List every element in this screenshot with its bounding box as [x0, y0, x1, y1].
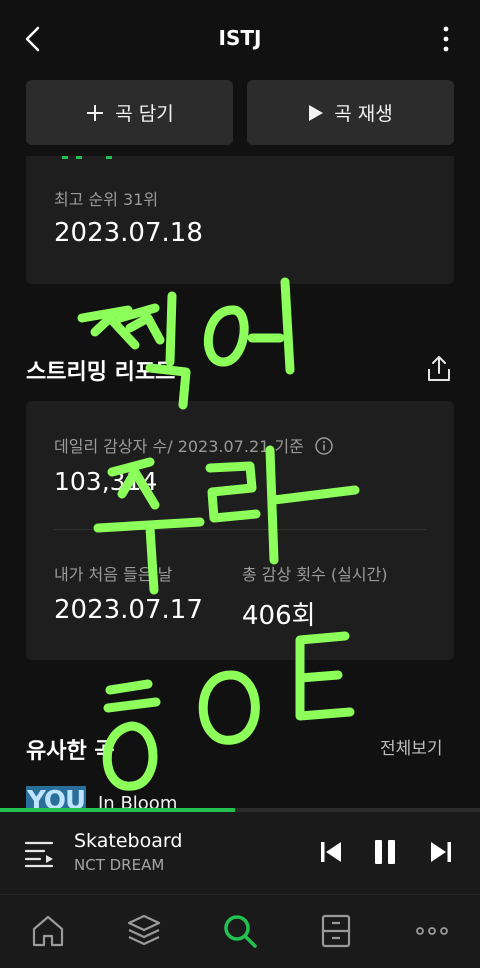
peak-rank-label: 최고 순위 31위: [54, 190, 159, 209]
stream-report-title: 스트리밍 리포트: [26, 360, 176, 385]
daily-listeners-label: 데일리 감상자 수/ 2023.07.21 기준: [54, 433, 333, 457]
play-song-button[interactable]: 곡 재생: [247, 80, 454, 145]
chart-rank-card: 최고 순위 31위 2023.07.18: [26, 156, 454, 284]
progress-fill: [0, 808, 236, 812]
search-icon[interactable]: [220, 911, 260, 951]
total-plays-value: 406회: [242, 601, 316, 631]
similar-songs-title: 유사한 곡: [26, 739, 115, 764]
add-song-label: 곡 담기: [115, 103, 174, 125]
more-horizontal-icon[interactable]: [412, 911, 452, 951]
page-title: ISTJ: [218, 26, 262, 50]
rank-graph: [62, 156, 112, 159]
add-song-button[interactable]: 곡 담기: [26, 80, 233, 145]
bottom-navigation: [0, 894, 480, 968]
pause-icon[interactable]: [370, 836, 400, 868]
play-song-label: 곡 재생: [334, 103, 393, 125]
home-icon[interactable]: [28, 911, 68, 951]
first-listen-label: 내가 처음 들은 날: [54, 565, 173, 584]
first-listen-value: 2023.07.17: [54, 595, 203, 625]
more-vertical-icon[interactable]: [434, 24, 458, 54]
now-playing-title: Skateboard: [74, 830, 183, 852]
next-track-icon[interactable]: [426, 836, 456, 868]
top-bar: ISTJ: [0, 0, 480, 76]
share-icon[interactable]: [424, 354, 454, 384]
previous-track-icon[interactable]: [316, 836, 346, 868]
divider: [54, 529, 426, 530]
peak-rank-date: 2023.07.18: [54, 218, 203, 248]
mini-player[interactable]: Skateboard NCT DREAM: [0, 808, 480, 894]
see-all-link[interactable]: 전체보기: [380, 734, 443, 759]
daily-listeners-value: 103,314: [54, 467, 158, 496]
now-playing-artist: NCT DREAM: [74, 856, 165, 874]
library-icon[interactable]: [124, 911, 164, 951]
plus-icon: [87, 104, 104, 121]
storage-icon[interactable]: [316, 911, 356, 951]
info-icon[interactable]: [315, 437, 333, 455]
play-icon: [309, 104, 324, 121]
playlist-icon[interactable]: [24, 838, 56, 868]
total-plays-label: 총 감상 횟수 (실시간): [242, 565, 388, 584]
progress-bar[interactable]: [0, 808, 480, 812]
stream-report-card: 데일리 감상자 수/ 2023.07.21 기준 103,314 내가 처음 들…: [26, 401, 454, 660]
